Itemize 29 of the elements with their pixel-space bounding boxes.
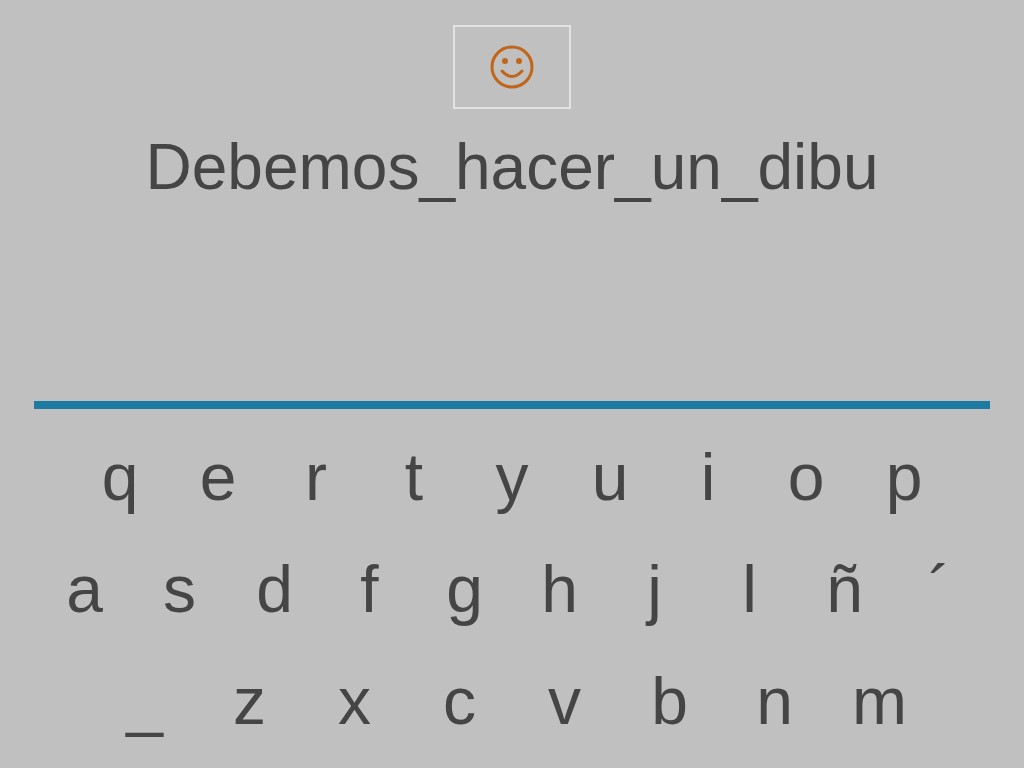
letter-key[interactable]: r — [267, 429, 365, 525]
letter-key[interactable]: ñ — [797, 541, 892, 637]
letter-key[interactable]: s — [132, 541, 227, 637]
letter-key[interactable]: ´ — [892, 541, 987, 637]
letter-key[interactable]: y — [463, 429, 561, 525]
letter-key[interactable]: b — [617, 653, 722, 749]
letter-key[interactable]: _ — [92, 653, 197, 749]
letter-key[interactable]: n — [722, 653, 827, 749]
letter-key[interactable]: x — [302, 653, 407, 749]
letter-key[interactable]: p — [855, 429, 953, 525]
letter-key[interactable]: u — [561, 429, 659, 525]
answer-text: Debemos_hacer_un_dibu — [145, 130, 879, 205]
letter-key[interactable]: a — [37, 541, 132, 637]
letter-key[interactable]: o — [757, 429, 855, 525]
letter-key[interactable]: q — [71, 429, 169, 525]
letter-key[interactable]: l — [702, 541, 797, 637]
letter-key[interactable]: t — [365, 429, 463, 525]
letter-key[interactable]: v — [512, 653, 617, 749]
letter-key[interactable]: d — [227, 541, 322, 637]
letter-key[interactable]: f — [322, 541, 417, 637]
letter-key[interactable]: j — [607, 541, 702, 637]
letter-key[interactable]: z — [197, 653, 302, 749]
smiley-icon — [489, 44, 535, 90]
letter-key[interactable]: h — [512, 541, 607, 637]
letter-key[interactable]: c — [407, 653, 512, 749]
letter-key[interactable]: i — [659, 429, 757, 525]
letter-key[interactable]: m — [827, 653, 932, 749]
letter-key[interactable]: e — [169, 429, 267, 525]
letter-key[interactable]: g — [417, 541, 512, 637]
